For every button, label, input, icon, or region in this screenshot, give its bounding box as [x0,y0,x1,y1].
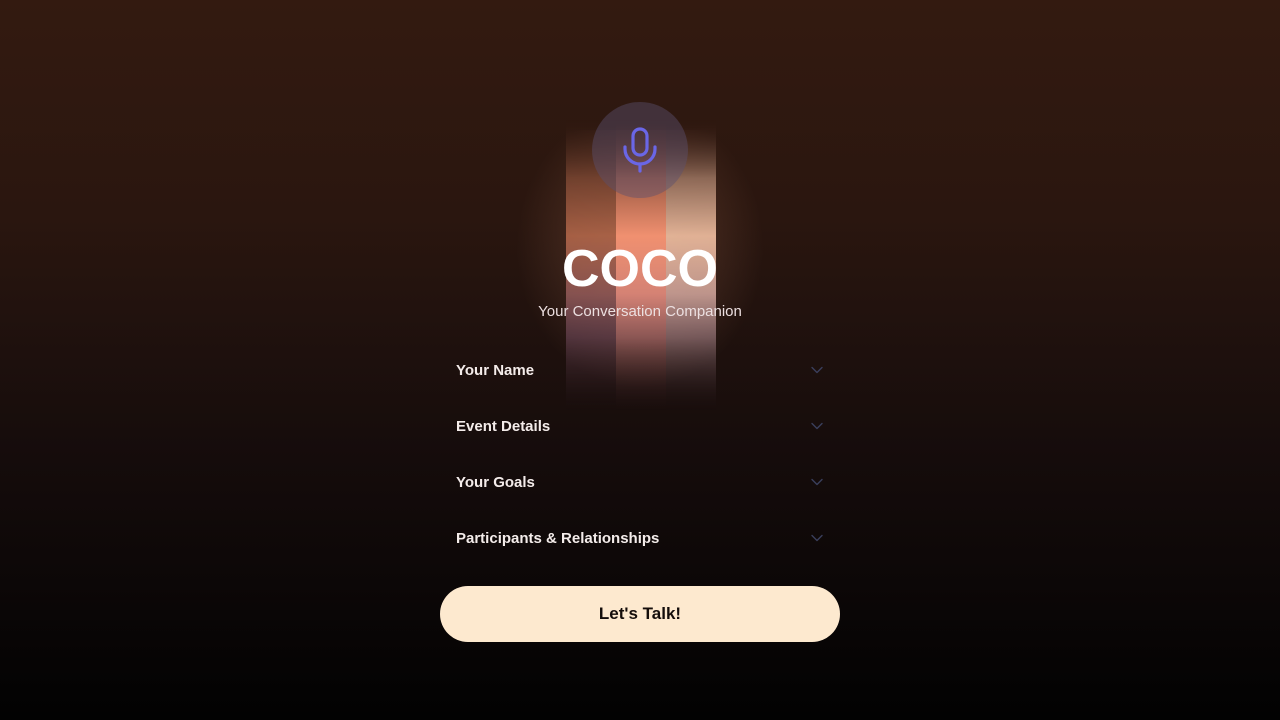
microphone-icon [620,126,660,174]
section-label: Participants & Relationships [456,529,660,547]
section-your-name[interactable]: Your Name [440,342,840,398]
setup-accordion: Your Name Event Details Your Goals Parti… [440,342,840,566]
section-label: Your Goals [456,473,535,491]
lets-talk-button[interactable]: Let's Talk! [440,586,840,642]
section-event-details[interactable]: Event Details [440,398,840,454]
coco-app: { "app": { "title": "COCO", "subtitle": … [0,0,1280,720]
section-label: Event Details [456,417,551,435]
section-your-goals[interactable]: Your Goals [440,454,840,510]
chevron-down-icon [810,363,824,377]
mic-button[interactable] [592,102,688,198]
chevron-down-icon [810,531,824,545]
app-subtitle: Your Conversation Companion [538,303,742,320]
chevron-down-icon [810,475,824,489]
chevron-down-icon [810,419,824,433]
section-participants-relationships[interactable]: Participants & Relationships [440,510,840,566]
section-label: Your Name [456,361,535,379]
app-title: COCO [562,240,718,298]
